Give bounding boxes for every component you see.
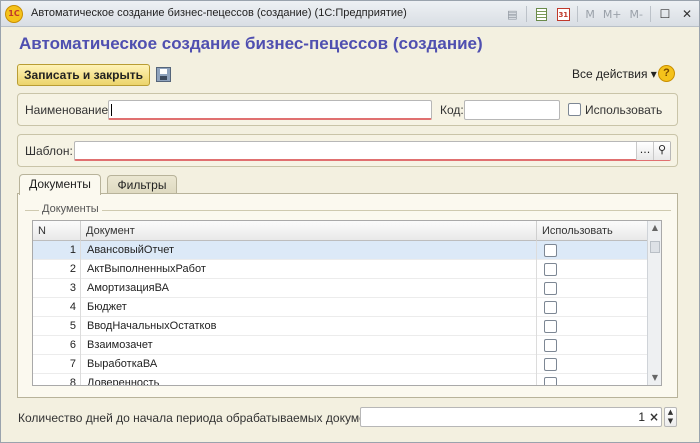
separator — [650, 6, 651, 22]
documents-table[interactable]: N Документ Использовать 1 АвансовыйОтчет… — [32, 220, 662, 386]
row-document: АктВыполненныхРабот — [81, 260, 537, 279]
table-row[interactable]: 8 Доверенность — [33, 374, 647, 385]
code-label: Код: — [440, 103, 464, 117]
row-number: 1 — [33, 241, 81, 260]
maximize-icon[interactable]: ☐ — [655, 4, 675, 24]
memory-plus-button[interactable]: M+ — [600, 4, 625, 24]
group-divider — [25, 210, 671, 211]
separator — [577, 6, 579, 22]
save-and-close-button[interactable]: Записать и закрыть — [17, 64, 150, 86]
row-use-cell — [537, 336, 647, 355]
table-scrollbar[interactable]: ▲ ▼ — [647, 221, 661, 385]
scroll-up-icon[interactable]: ▲ — [648, 221, 661, 235]
table-row[interactable]: 6 Взаимозачет — [33, 336, 647, 355]
row-number: 6 — [33, 336, 81, 355]
table-row[interactable]: 1 АвансовыйОтчет — [33, 241, 647, 260]
row-number: 2 — [33, 260, 81, 279]
row-use-cell — [537, 279, 647, 298]
column-header-use[interactable]: Использовать — [537, 221, 647, 241]
row-use-cell — [537, 355, 647, 374]
row-use-cell — [537, 241, 647, 260]
all-actions-menu[interactable]: Все действия ▾ — [572, 67, 657, 81]
column-header-n[interactable]: N — [33, 221, 81, 241]
row-use-cell — [537, 298, 647, 317]
use-label: Использовать — [585, 103, 663, 117]
template-group: Шаблон: ... ⚲ — [17, 134, 678, 167]
memory-minus-button[interactable]: M- — [627, 4, 646, 24]
1c-logo-icon: 1С — [5, 5, 23, 23]
row-use-cell — [537, 374, 647, 385]
row-use-cell — [537, 260, 647, 279]
tab-filters[interactable]: Фильтры — [107, 175, 177, 195]
row-document: АвансовыйОтчет — [81, 241, 537, 260]
row-use-checkbox[interactable] — [544, 320, 557, 333]
row-use-checkbox[interactable] — [544, 263, 557, 276]
document-icon[interactable]: ▤ — [502, 4, 522, 24]
days-label: Количество дней до начала периода обраба… — [18, 411, 395, 425]
row-document: ВыработкаВА — [81, 355, 537, 374]
row-use-checkbox[interactable] — [544, 377, 557, 385]
clear-icon[interactable]: × — [647, 408, 661, 426]
row-number: 7 — [33, 355, 81, 374]
row-document: ВводНачальныхОстатков — [81, 317, 537, 336]
row-number: 3 — [33, 279, 81, 298]
table-row[interactable]: 4 Бюджет — [33, 298, 647, 317]
template-select-button[interactable]: ... — [636, 142, 653, 160]
save-icon[interactable] — [156, 67, 171, 82]
page-title: Автоматическое создание бизнес-пецессов … — [19, 34, 483, 53]
table-row[interactable]: 5 ВводНачальныхОстатков — [33, 317, 647, 336]
table-row[interactable]: 3 АмортизацияВА — [33, 279, 647, 298]
name-label: Наименование: — [25, 103, 112, 117]
template-input[interactable]: ... ⚲ — [74, 141, 671, 161]
scroll-thumb[interactable] — [650, 241, 660, 253]
table-row[interactable]: 7 ВыработкаВА — [33, 355, 647, 374]
row-use-checkbox[interactable] — [544, 301, 557, 314]
table-header: N Документ Использовать — [33, 221, 647, 241]
separator — [526, 6, 528, 22]
memory-m-button[interactable]: M — [582, 4, 598, 24]
close-icon[interactable]: ✕ — [677, 4, 697, 24]
row-number: 4 — [33, 298, 81, 317]
form-window: 1С Автоматическое создание бизнес-пецесс… — [0, 0, 700, 443]
row-document: АмортизацияВА — [81, 279, 537, 298]
column-header-document[interactable]: Документ — [81, 221, 537, 241]
template-label: Шаблон: — [25, 144, 73, 158]
row-document: Взаимозачет — [81, 336, 537, 355]
use-checkbox[interactable] — [568, 103, 581, 116]
calculator-icon[interactable] — [531, 4, 551, 24]
title-toolbar: ▤ 31 M M+ M- ☐ ✕ — [502, 4, 697, 24]
row-document: Бюджет — [81, 298, 537, 317]
table-row[interactable]: 2 АктВыполненныхРабот — [33, 260, 647, 279]
days-input[interactable]: 1 — [360, 407, 662, 427]
name-group: Наименование: Код: Использовать — [17, 93, 678, 126]
window-title: Автоматическое создание бизнес-пецессов … — [31, 7, 407, 19]
days-stepper[interactable]: ▲ ▼ — [664, 407, 677, 427]
code-input[interactable] — [464, 100, 560, 120]
row-use-checkbox[interactable] — [544, 339, 557, 352]
row-use-cell — [537, 317, 647, 336]
documents-group-label: Документы — [39, 203, 102, 215]
row-use-checkbox[interactable] — [544, 244, 557, 257]
title-bar: 1С Автоматическое создание бизнес-пецесс… — [1, 1, 699, 27]
tab-documents[interactable]: Документы — [19, 174, 101, 195]
text-cursor — [111, 104, 112, 116]
row-number: 5 — [33, 317, 81, 336]
help-icon[interactable]: ? — [658, 65, 675, 82]
row-number: 8 — [33, 374, 81, 385]
scroll-down-icon[interactable]: ▼ — [648, 371, 661, 385]
row-document: Доверенность — [81, 374, 537, 385]
row-use-checkbox[interactable] — [544, 282, 557, 295]
name-input[interactable] — [108, 100, 432, 120]
search-icon[interactable]: ⚲ — [653, 142, 670, 160]
row-use-checkbox[interactable] — [544, 358, 557, 371]
calendar-icon[interactable]: 31 — [553, 4, 573, 24]
